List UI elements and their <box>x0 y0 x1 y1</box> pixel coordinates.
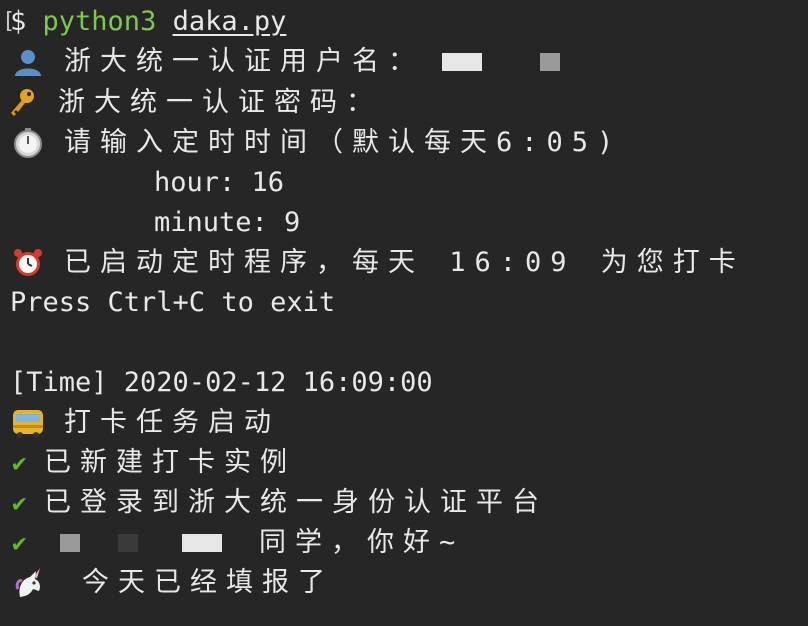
minute-line: minute: 9 <box>154 207 301 238</box>
command-name: python3 <box>42 6 157 37</box>
command-argument: daka.py <box>172 6 287 37</box>
check-mark-icon: ✔ <box>12 529 27 557</box>
prompt-bracket: [ <box>2 9 16 34</box>
scheduled-message: 已启动定时程序，每天 16:09 为您打卡 <box>64 247 745 278</box>
prompt-symbol: $ <box>10 6 27 37</box>
unicorn-icon <box>10 565 46 601</box>
check-mark-icon: ✔ <box>12 449 27 477</box>
already-done-message: 今天已经填报了 <box>82 567 334 598</box>
password-label: 浙大统一认证密码： <box>58 87 382 118</box>
greeting-message: 同学，你好~ <box>259 527 465 558</box>
redacted-username <box>540 53 560 71</box>
new-instance-message: 已新建打卡实例 <box>44 447 296 478</box>
task-start-message: 打卡任务启动 <box>64 407 280 438</box>
redacted-username <box>442 53 482 71</box>
scheduled-line: 已启动定时程序，每天 16:09 为您打卡 <box>0 243 745 283</box>
greeting-line: ✔ 同学，你好~ <box>0 523 464 563</box>
timestamp-line: [Time] 2020-02-12 16:09:00 <box>10 367 433 398</box>
redacted-name <box>60 534 80 552</box>
password-line: 浙大统一认证密码： <box>0 83 382 123</box>
press-exit-line: Press Ctrl+C to exit <box>10 287 336 318</box>
task-start-line: 打卡任务启动 <box>0 403 280 443</box>
hour-line: hour: 16 <box>154 167 285 198</box>
redacted-name <box>182 534 222 552</box>
username-label: 浙大统一认证用户名： <box>64 46 424 77</box>
schedule-prompt-line: 请输入定时时间（默认每天6:05) <box>0 123 622 163</box>
terminal-window[interactable]: [$ python3 daka.py 浙大统一认证用户名： 浙大统一认证密码： … <box>0 0 808 626</box>
username-line: 浙大统一认证用户名： <box>0 42 560 82</box>
key-icon <box>4 85 40 121</box>
check-mark-icon: ✔ <box>12 489 27 517</box>
logged-in-message: 已登录到浙大统一身份认证平台 <box>44 487 548 518</box>
logged-in-line: ✔ 已登录到浙大统一身份认证平台 <box>0 483 548 523</box>
bus-icon <box>10 405 46 441</box>
already-done-line: 今天已经填报了 <box>0 563 334 603</box>
schedule-prompt: 请输入定时时间（默认每天6:05) <box>64 127 623 158</box>
bust-silhouette-icon <box>10 44 46 80</box>
stopwatch-icon <box>10 125 46 161</box>
alarm-clock-icon <box>10 245 46 281</box>
redacted-name <box>118 534 138 552</box>
prompt-line: [$ python3 daka.py <box>0 2 286 42</box>
new-instance-line: ✔ 已新建打卡实例 <box>0 443 296 483</box>
